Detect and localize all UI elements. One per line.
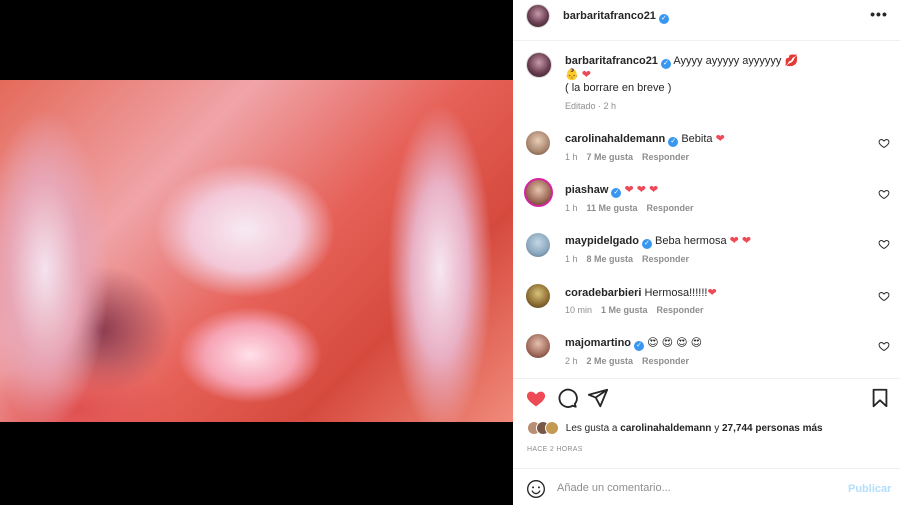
comment-time[interactable]: 2 h — [565, 356, 578, 366]
verified-badge-icon: ✓ — [658, 14, 669, 24]
comment-emoji: ❤ — [715, 133, 725, 145]
comment-meta: 10 min 1 Me gusta Responder — [565, 305, 713, 315]
verified-badge-icon: ✓ — [611, 188, 622, 198]
like-heart-icon[interactable] — [525, 387, 547, 409]
reply-button[interactable]: Responder — [647, 203, 694, 213]
actions-divider — [513, 378, 900, 379]
share-send-icon[interactable] — [587, 387, 609, 409]
likes-count[interactable]: 27,744 personas más — [722, 423, 823, 434]
comment-username[interactable]: coradebarbieri — [565, 287, 641, 299]
verified-badge-icon: ✓ — [668, 137, 679, 147]
comment-likes[interactable]: 7 Me gusta — [587, 152, 634, 162]
comment-like-heart-icon[interactable] — [878, 290, 890, 302]
comment-like-heart-icon[interactable] — [878, 238, 890, 250]
owner-avatar[interactable] — [526, 4, 550, 28]
comment-line: carolinahaldemann ✓ Bebita ❤ — [565, 132, 725, 147]
verified-badge-icon: ✓ — [660, 59, 671, 69]
post-details-panel: barbaritafranco21 ✓ ••• barbaritafranco21… — [513, 0, 900, 505]
comment-emoji: ❤ ❤ — [729, 235, 752, 247]
caption-line-1: barbaritafranco21 ✓ Ayyyy ayyyyy ayyyyyy … — [565, 54, 798, 69]
owner-username[interactable]: barbaritafranco21 ✓ — [563, 10, 669, 24]
likes-text[interactable]: Les gusta a carolinahaldemann y 27,744 p… — [566, 423, 823, 434]
comment-time[interactable]: 1 h — [565, 203, 578, 213]
comment-line: piashaw ✓ ❤ ❤ ❤ — [565, 183, 658, 198]
comment-meta: 1 h 8 Me gusta Responder — [565, 254, 698, 264]
comment-line: coradebarbieri Hermosa!!!!!!❤ — [565, 286, 717, 299]
more-options-icon[interactable]: ••• — [869, 7, 889, 24]
comment-text: Hermosa!!!!!! — [644, 287, 708, 299]
comment-avatar[interactable] — [524, 178, 553, 207]
comment-text: Beba hermosa — [655, 235, 727, 247]
likes-prefix: Les gusta a — [565, 422, 618, 434]
comment-username[interactable]: maypidelgado — [565, 235, 639, 247]
comment-like-heart-icon[interactable] — [878, 188, 890, 200]
owner-username-text[interactable]: barbaritafranco21 — [563, 10, 656, 22]
comment-meta: 1 h 11 Me gusta Responder — [565, 203, 703, 213]
emoji-icon[interactable] — [526, 479, 546, 499]
comment-emoji: ❤ ❤ ❤ — [624, 184, 659, 196]
comment-avatar[interactable] — [526, 284, 550, 308]
post-photo[interactable] — [0, 80, 513, 422]
comment-line: majomartino ✓ 😍 😍 😍 😍 — [565, 336, 702, 351]
caption-line-3: ( la borrare en breve ) — [565, 82, 672, 94]
reply-button[interactable]: Responder — [642, 356, 689, 366]
reply-button[interactable]: Responder — [642, 254, 689, 264]
comment-meta: 1 h 7 Me gusta Responder — [565, 152, 698, 162]
comment-time[interactable]: 1 h — [565, 152, 578, 162]
comment-likes[interactable]: 11 Me gusta — [587, 203, 638, 213]
add-comment-bar: Publicar — [513, 468, 900, 505]
comment-bubble-icon[interactable] — [556, 387, 578, 409]
comment-username[interactable]: carolinahaldemann — [565, 133, 665, 145]
comment-avatar[interactable] — [526, 334, 550, 358]
caption-edited: Editado · 2 h — [565, 101, 617, 111]
comment-time[interactable]: 1 h — [565, 254, 578, 264]
comment-meta: 2 h 2 Me gusta Responder — [565, 356, 698, 366]
publish-button[interactable]: Publicar — [848, 483, 891, 495]
likes-connector: y — [714, 422, 720, 434]
liker-avatar — [545, 421, 559, 435]
comment-like-heart-icon[interactable] — [878, 137, 890, 149]
caption-text: Ayyyy ayyyyy ayyyyyy — [673, 55, 782, 67]
comment-like-heart-icon[interactable] — [878, 340, 890, 352]
verified-badge-icon: ✓ — [641, 239, 652, 249]
comment-line: maypidelgado ✓ Beba hermosa ❤ ❤ — [565, 234, 751, 249]
likes-summary[interactable]: Les gusta a carolinahaldemann y 27,744 p… — [527, 421, 823, 437]
post-media — [0, 0, 513, 505]
save-bookmark-icon[interactable] — [869, 387, 891, 409]
comment-likes[interactable]: 1 Me gusta — [601, 305, 648, 315]
comment-emoji: 😍 😍 😍 😍 — [647, 337, 703, 349]
comment-emoji: ❤ — [707, 287, 717, 299]
comment-time[interactable]: 10 min — [565, 305, 592, 315]
post-header: barbaritafranco21 ✓ ••• — [513, 0, 900, 41]
comment-username[interactable]: piashaw — [565, 184, 608, 196]
caption-avatar[interactable] — [526, 52, 552, 78]
post-timestamp[interactable]: HACE 2 HORAS — [527, 446, 583, 453]
comment-text: Bebita — [681, 133, 713, 145]
caption-username[interactable]: barbaritafranco21 — [565, 55, 658, 67]
likes-user[interactable]: carolinahaldemann — [620, 423, 711, 434]
caption-line-2: 👶 ❤ — [565, 69, 591, 81]
reply-button[interactable]: Responder — [657, 305, 704, 315]
comment-likes[interactable]: 8 Me gusta — [587, 254, 634, 264]
comment-likes[interactable]: 2 Me gusta — [587, 356, 634, 366]
verified-badge-icon: ✓ — [634, 341, 645, 351]
reply-button[interactable]: Responder — [642, 152, 689, 162]
comment-username[interactable]: majomartino — [565, 337, 631, 349]
comment-avatar[interactable] — [526, 131, 550, 155]
comment-input[interactable] — [557, 477, 837, 499]
comment-avatar[interactable] — [526, 233, 550, 257]
kiss-lips-icon: 💋 — [784, 55, 799, 67]
